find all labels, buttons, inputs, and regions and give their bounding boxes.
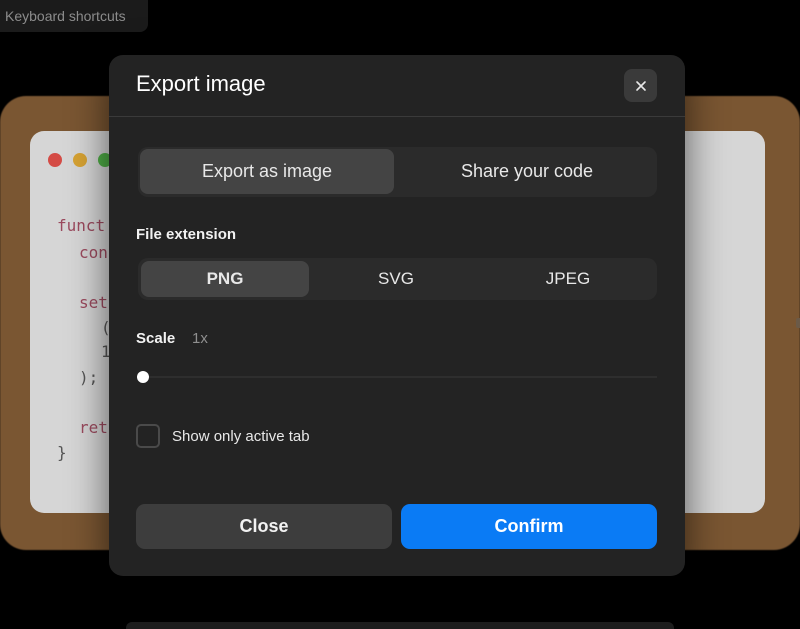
code-line: con [79,243,108,262]
dialog-title: Export image [136,71,266,96]
show-only-active-tab-checkbox[interactable] [136,424,160,448]
code-line: ret [79,418,108,437]
scale-slider-track[interactable] [141,376,657,378]
window-minimize-dot [73,153,87,167]
close-button[interactable]: Close [136,504,392,549]
extension-option-jpeg[interactable]: JPEG [484,261,652,297]
extension-option-png[interactable]: PNG [141,261,309,297]
close-icon-glyph [635,80,646,91]
file-extension-selector: PNG SVG JPEG [138,258,657,300]
scale-value: 1x [192,330,208,347]
confirm-button[interactable]: Confirm [401,504,657,549]
keyboard-shortcuts-button[interactable]: Keyboard shortcuts [0,0,148,32]
code-line: } [57,443,67,462]
code-line: ); [79,368,99,387]
tab-share-your-code[interactable]: Share your code [400,149,654,194]
close-icon[interactable] [624,69,657,102]
side-indicator [796,318,800,328]
bottom-bar [126,622,674,629]
window-close-dot [48,153,62,167]
scale-label: Scale [136,330,176,347]
header-divider [109,116,685,117]
show-only-active-tab-label: Show only active tab [172,428,310,445]
code-line: set [79,293,108,312]
scale-slider-thumb[interactable] [137,371,149,383]
tab-export-as-image[interactable]: Export as image [140,149,394,194]
export-image-dialog: Export image Export as image Share your … [109,55,685,576]
extension-option-svg[interactable]: SVG [312,261,480,297]
file-extension-label: File extension [136,226,237,243]
code-line: funct [57,216,106,235]
export-mode-tabs: Export as image Share your code [138,147,657,197]
